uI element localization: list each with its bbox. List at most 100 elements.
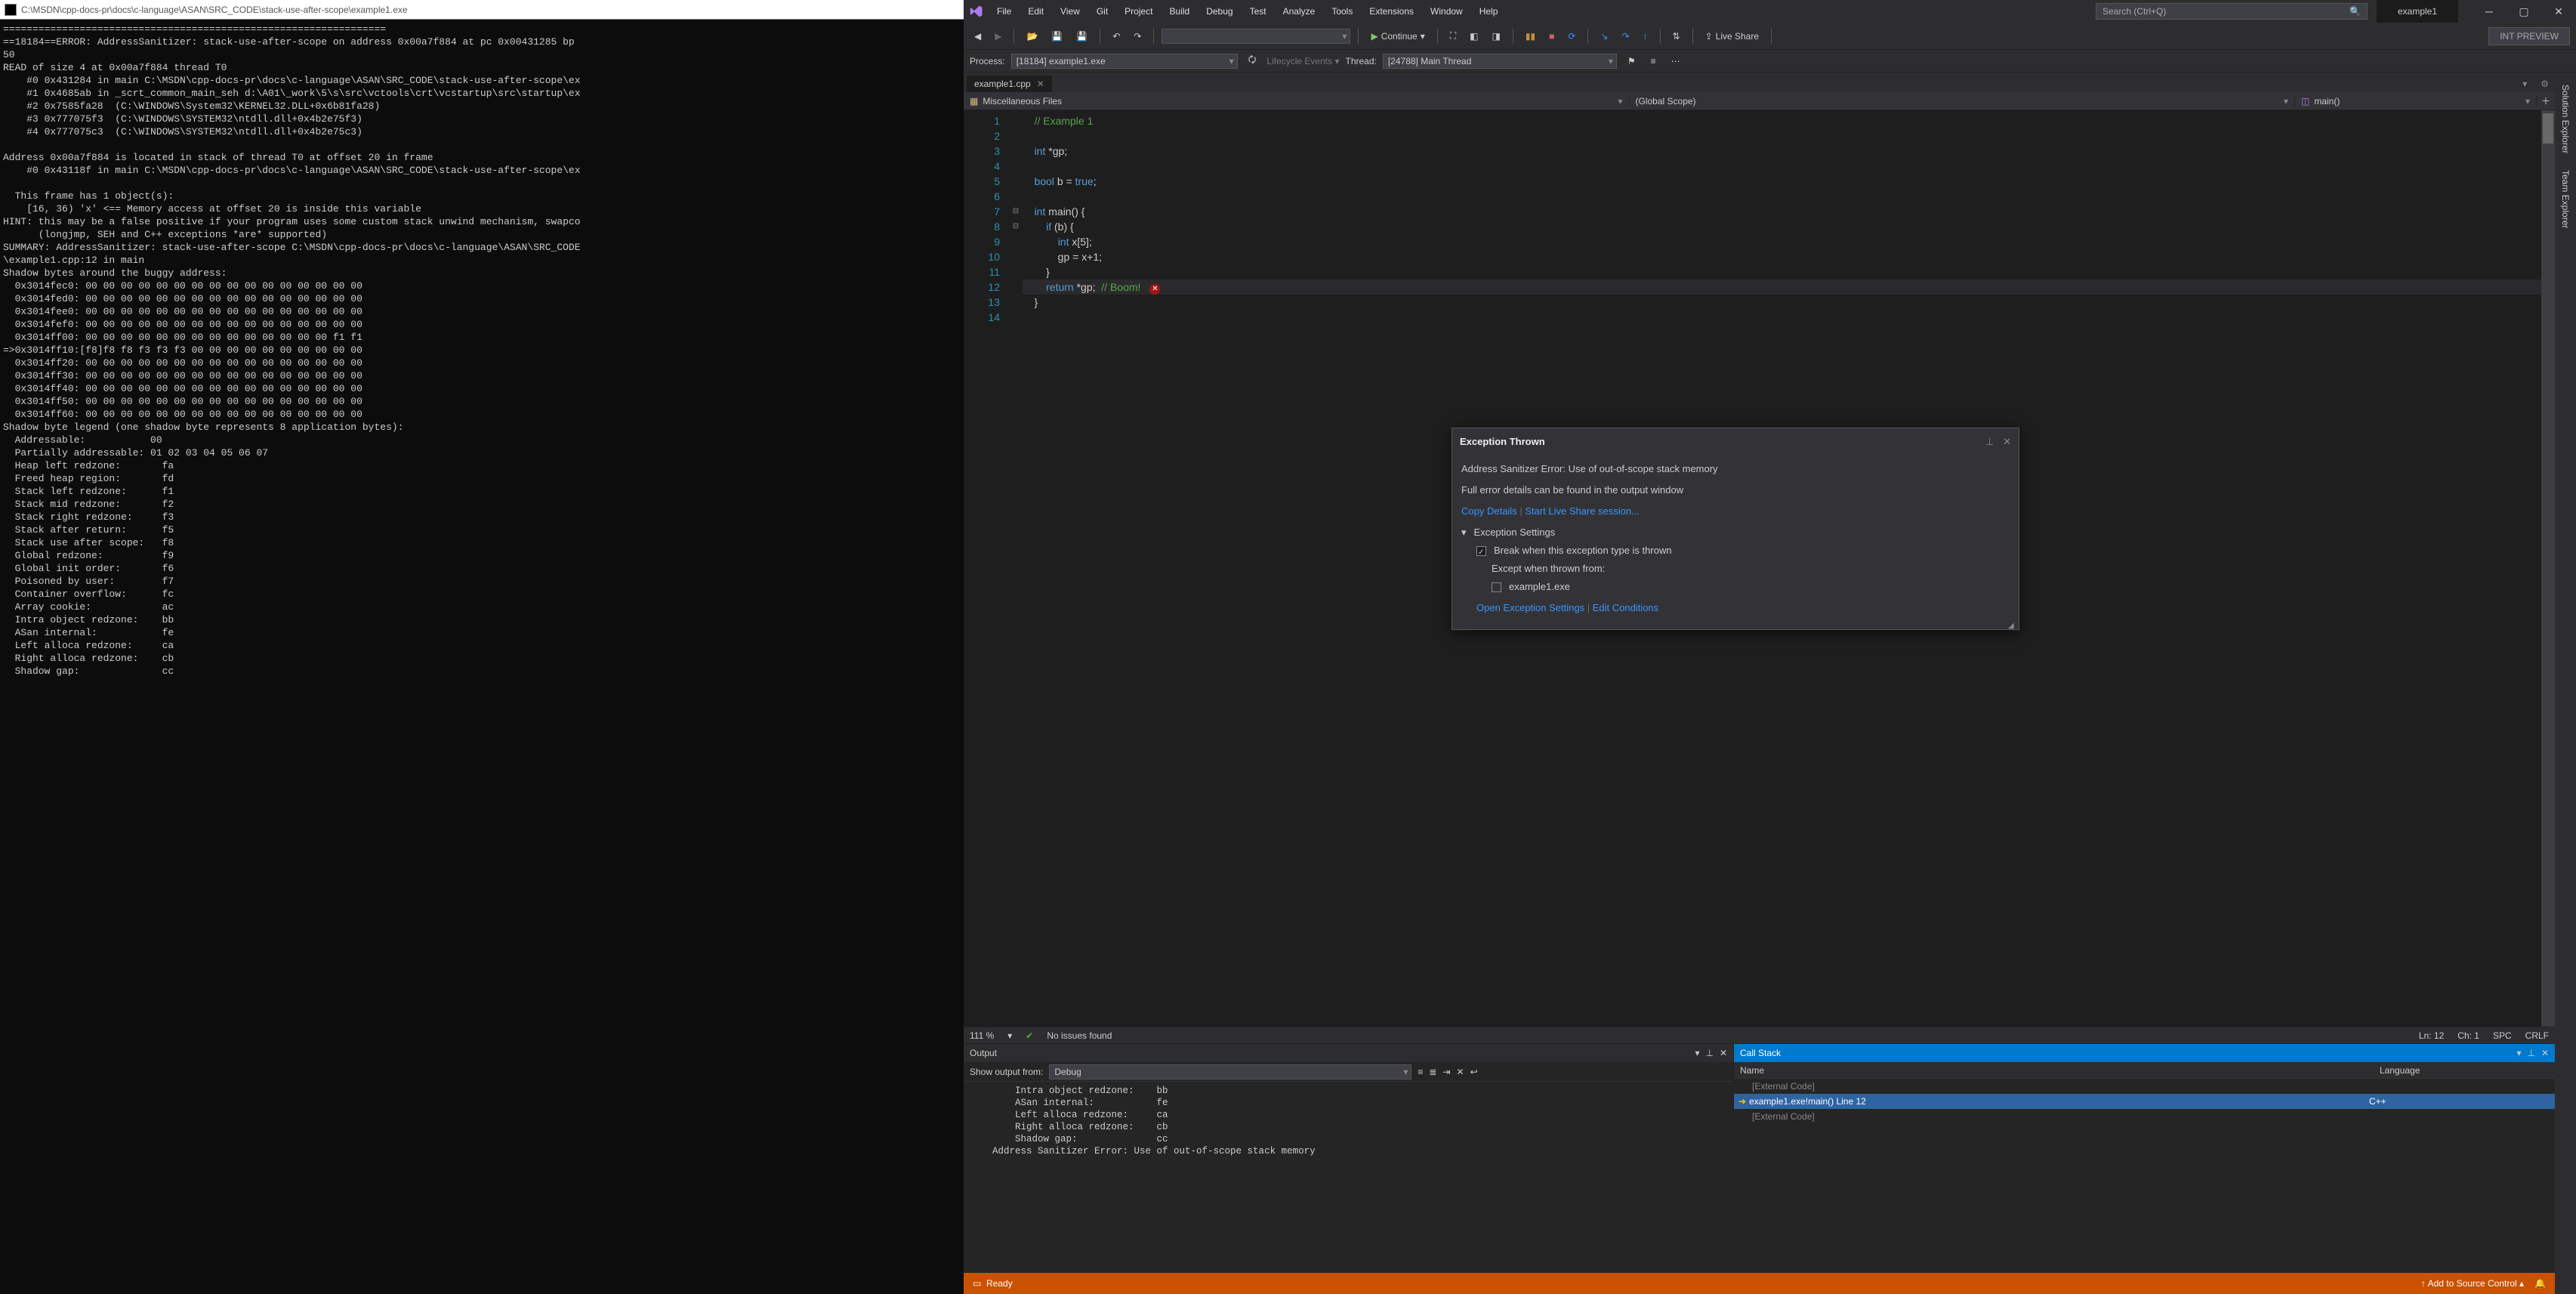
thread-combo[interactable]: [24788] Main Thread xyxy=(1383,54,1617,69)
dropdown-icon[interactable]: ▾ xyxy=(2516,1048,2521,1058)
vs-logo-icon[interactable] xyxy=(964,5,989,18)
menu-project[interactable]: Project xyxy=(1117,3,1160,20)
callstack-row[interactable]: [External Code] xyxy=(1734,1079,2555,1094)
output-text[interactable]: Intra object redzone: bb ASan internal: … xyxy=(964,1082,1733,1273)
callstack-row[interactable]: [External Code] xyxy=(1734,1109,2555,1124)
step-into-icon[interactable]: ↘ xyxy=(1596,29,1612,43)
col-name[interactable]: Name xyxy=(1734,1065,2374,1076)
menu-window[interactable]: Window xyxy=(1423,3,1470,20)
menu-edit[interactable]: Edit xyxy=(1020,3,1051,20)
continue-button[interactable]: ▶Continue▾ xyxy=(1366,29,1429,43)
step-over-icon[interactable]: ↷ xyxy=(1617,29,1634,43)
source-control-button[interactable]: ↑ Add to Source Control ▴ xyxy=(2421,1278,2524,1289)
menu-file[interactable]: File xyxy=(989,3,1019,20)
menu-analyze[interactable]: Analyze xyxy=(1276,3,1323,20)
pause-icon[interactable]: ▮▮ xyxy=(1521,29,1540,43)
restart-icon[interactable]: ⟳ xyxy=(1563,29,1580,43)
issues-text[interactable]: No issues found xyxy=(1047,1030,1112,1041)
menu-extensions[interactable]: Extensions xyxy=(1362,3,1421,20)
clear-icon[interactable]: ✕ xyxy=(1457,1067,1464,1077)
error-icon[interactable]: ✕ xyxy=(1149,284,1160,295)
doc-tab-example1[interactable]: example1.cpp ✕ xyxy=(967,76,1052,92)
open-file-icon[interactable]: 📂 xyxy=(1022,29,1042,43)
int-preview-badge[interactable]: INT PREVIEW xyxy=(2488,27,2570,45)
stop-icon[interactable]: ■ xyxy=(1544,29,1559,43)
search-box[interactable]: Search (Ctrl+Q) 🔍 xyxy=(2096,3,2368,20)
config-combo[interactable] xyxy=(1162,29,1350,44)
lifecycle-combo[interactable]: Lifecycle Events ▾ xyxy=(1266,56,1339,66)
close-icon[interactable]: ✕ xyxy=(2003,434,2011,449)
more-icon[interactable]: ⋯ xyxy=(1667,54,1685,68)
fold-column[interactable]: ⊟⊟ xyxy=(1009,110,1023,1027)
code-body[interactable]: // Example 1 int *gp; bool b = true; int… xyxy=(1023,110,2541,1027)
vertical-scrollbar[interactable] xyxy=(2541,110,2555,1027)
flag-icon[interactable]: ⚑ xyxy=(1623,54,1640,68)
close-button[interactable]: ✕ xyxy=(2541,0,2576,23)
pin-icon[interactable]: ⊥ xyxy=(1705,1048,1713,1058)
refresh-icon[interactable]: 🗘 xyxy=(1244,51,1261,70)
indent-indicator[interactable]: SPC xyxy=(2493,1030,2512,1041)
step-out-icon[interactable]: ↑ xyxy=(1639,29,1652,43)
crumb-function[interactable]: ◫ main() xyxy=(2295,96,2537,107)
start-live-share-link[interactable]: Start Live Share session... xyxy=(1525,505,1640,517)
close-icon[interactable]: ✕ xyxy=(1720,1048,1727,1058)
save-icon[interactable]: 💾 xyxy=(1047,29,1067,43)
solution-explorer-tab[interactable]: Solution Explorer xyxy=(2559,82,2572,156)
break-checkbox[interactable] xyxy=(1476,546,1486,556)
menu-tools[interactable]: Tools xyxy=(1324,3,1360,20)
console-titlebar[interactable]: C:\MSDN\cpp-docs-pr\docs\c-language\ASAN… xyxy=(0,0,964,20)
nav-fwd-icon[interactable]: ▶ xyxy=(990,29,1006,43)
close-icon[interactable]: ✕ xyxy=(2541,1048,2549,1058)
nav-back-icon[interactable]: ◀ xyxy=(970,29,986,43)
tool-icon[interactable]: ⇅ xyxy=(1668,29,1685,43)
notifications-icon[interactable]: 🔔 xyxy=(2534,1278,2546,1289)
stack-icon[interactable]: ≡ xyxy=(1646,54,1661,68)
crumb-scope[interactable]: (Global Scope) xyxy=(1630,96,2296,107)
minimize-button[interactable]: ─ xyxy=(2472,0,2507,23)
tool-icon[interactable]: ◧ xyxy=(1465,29,1482,43)
live-share-button[interactable]: ⇪ Live Share xyxy=(1701,29,1763,43)
process-combo[interactable]: [18184] example1.exe xyxy=(1011,54,1238,69)
tool-icon[interactable]: ≡ xyxy=(1418,1067,1423,1077)
output-tab[interactable]: Output ▾⊥✕ xyxy=(964,1044,1733,1062)
maximize-button[interactable]: ▢ xyxy=(2507,0,2541,23)
undo-icon[interactable]: ↶ xyxy=(1108,29,1124,43)
resize-grip-icon[interactable]: ◢ xyxy=(2008,619,2017,628)
add-icon[interactable]: ＋ xyxy=(2537,94,2555,107)
close-tab-icon[interactable]: ✕ xyxy=(1037,79,1044,89)
redo-icon[interactable]: ↷ xyxy=(1129,29,1146,43)
save-all-icon[interactable]: 💾 xyxy=(1072,29,1092,43)
callstack-tab[interactable]: Call Stack ▾⊥✕ xyxy=(1734,1044,2555,1062)
tool-icon[interactable]: ⇥ xyxy=(1442,1067,1450,1077)
callstack-row[interactable]: ➜example1.exe!main() Line 12C++ xyxy=(1734,1094,2555,1109)
tool-icon[interactable]: ≣ xyxy=(1429,1067,1436,1077)
code-editor[interactable]: 1234567891011121314 ⊟⊟ // Example 1 int … xyxy=(964,110,2555,1027)
console-output[interactable]: ========================================… xyxy=(0,20,964,1294)
solution-name[interactable]: example1 xyxy=(2377,0,2458,23)
menu-test[interactable]: Test xyxy=(1242,3,1274,20)
pin-icon[interactable]: ⊥ xyxy=(2527,1048,2534,1058)
menu-build[interactable]: Build xyxy=(1162,3,1198,20)
tool-icon[interactable]: ⛶ xyxy=(1445,29,1461,43)
crumb-project[interactable]: ▦ Miscellaneous Files xyxy=(964,96,1630,107)
exception-settings-toggle[interactable]: ▾ Exception Settings xyxy=(1461,525,2010,540)
col-indicator[interactable]: Ch: 1 xyxy=(2457,1030,2479,1041)
eol-indicator[interactable]: CRLF xyxy=(2525,1030,2549,1041)
output-source-combo[interactable]: Debug xyxy=(1049,1064,1411,1079)
wrap-icon[interactable]: ↩ xyxy=(1470,1067,1478,1077)
menu-debug[interactable]: Debug xyxy=(1199,3,1240,20)
tool-icon[interactable]: ◨ xyxy=(1488,29,1505,43)
edit-conditions-link[interactable]: Edit Conditions xyxy=(1593,602,1658,613)
open-exception-settings-link[interactable]: Open Exception Settings xyxy=(1476,602,1584,613)
zoom-level[interactable]: 111 % xyxy=(970,1030,994,1041)
menu-view[interactable]: View xyxy=(1053,3,1087,20)
line-indicator[interactable]: Ln: 12 xyxy=(2419,1030,2444,1041)
col-language[interactable]: Language xyxy=(2374,1065,2555,1076)
copy-details-link[interactable]: Copy Details xyxy=(1461,505,1517,517)
exe-checkbox[interactable] xyxy=(1492,582,1501,592)
team-explorer-tab[interactable]: Team Explorer xyxy=(2559,167,2572,231)
menu-help[interactable]: Help xyxy=(1472,3,1506,20)
menu-git[interactable]: Git xyxy=(1089,3,1115,20)
pin-icon[interactable]: ⊥ xyxy=(1985,434,1994,449)
tab-overflow-icon[interactable]: ▾ xyxy=(2516,76,2533,92)
